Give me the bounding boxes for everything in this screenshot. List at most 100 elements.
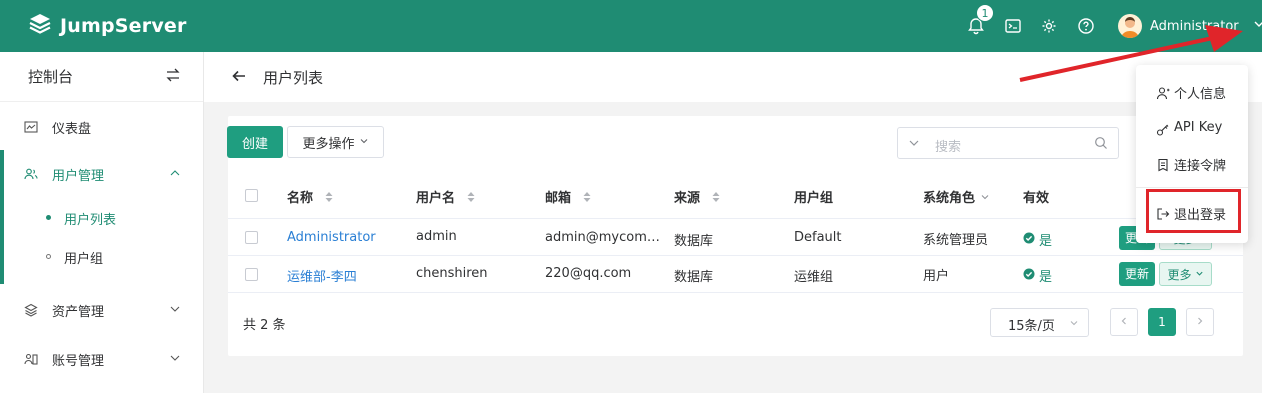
table-header-row: 名称 用户名 邮箱 来源 用户组 系统角色 有效: [228, 175, 1243, 219]
brand-name: JumpServer: [60, 15, 187, 37]
switch-view-icon[interactable]: [165, 67, 181, 87]
search-filter-chevron-icon[interactable]: [907, 136, 921, 154]
table-row: Administrator admin admin@mycom… 数据库 Def…: [228, 219, 1243, 256]
page-button-current[interactable]: 1: [1148, 308, 1176, 336]
sidebar-header: 控制台: [0, 52, 203, 102]
chevron-up-icon: [169, 167, 181, 183]
update-button[interactable]: 更新: [1119, 262, 1155, 286]
row-checkbox[interactable]: [245, 231, 258, 244]
user-profile-icon: [1156, 86, 1170, 100]
terminal-icon[interactable]: [1003, 16, 1023, 36]
menu-item-profile[interactable]: 个人信息: [1136, 77, 1248, 107]
column-header-username[interactable]: 用户名: [416, 187, 476, 207]
token-icon: [1156, 158, 1170, 172]
cell-email: admin@mycom…: [545, 230, 660, 245]
notification-badge: 1: [976, 4, 994, 22]
settings-gear-icon[interactable]: [1039, 16, 1059, 36]
search-input[interactable]: 搜索: [935, 136, 961, 155]
sidebar-title: 控制台: [28, 68, 74, 86]
chevron-down-icon: [1253, 18, 1262, 34]
column-header-name[interactable]: 名称: [287, 187, 334, 207]
chevron-down-icon: [1195, 267, 1204, 281]
sidebar-subitem-user-list[interactable]: 用户列表: [0, 198, 203, 236]
sort-icon[interactable]: [711, 191, 721, 207]
page-header: 用户列表: [204, 52, 1262, 102]
chevron-down-icon: [169, 303, 181, 319]
row-more-button[interactable]: 更多: [1159, 262, 1212, 286]
column-header-label: 邮箱: [545, 191, 572, 206]
sidebar-item-user-management[interactable]: 用户管理: [0, 154, 203, 194]
page-size-value: 15条/页: [1008, 319, 1055, 334]
user-menu-trigger[interactable]: Administrator: [1118, 14, 1262, 38]
sidebar-subitem-label: 用户列表: [64, 213, 117, 228]
menu-item-label: 个人信息: [1174, 87, 1227, 102]
avatar: [1118, 14, 1142, 38]
more-actions-label: 更多操作: [302, 136, 355, 152]
row-checkbox[interactable]: [245, 268, 258, 281]
users-icon: [24, 167, 38, 181]
total-count: 共 2 条: [243, 318, 286, 333]
sidebar-subitem-label: 用户组: [64, 252, 104, 267]
column-header-source[interactable]: 来源: [674, 187, 721, 207]
column-header-label: 名称: [287, 191, 314, 206]
check-circle-icon: [1023, 232, 1035, 248]
page-size-select[interactable]: 15条/页: [990, 308, 1089, 337]
chevron-down-icon: [359, 135, 369, 150]
logout-highlight-box: [1146, 189, 1241, 233]
menu-item-api-key[interactable]: API Key: [1136, 114, 1248, 144]
back-arrow-icon[interactable]: [231, 68, 247, 88]
menu-item-connection-token[interactable]: 连接令牌: [1136, 149, 1248, 179]
cell-valid: 是: [1023, 230, 1052, 249]
sidebar-subitem-user-group[interactable]: 用户组: [0, 237, 203, 275]
column-header-valid: 有效: [1023, 191, 1050, 206]
menu-item-label: API Key: [1174, 120, 1223, 135]
page-title: 用户列表: [263, 69, 324, 87]
prev-page-button[interactable]: [1110, 308, 1138, 336]
help-icon[interactable]: [1076, 16, 1096, 36]
menu-item-label: 连接令牌: [1174, 159, 1227, 174]
sidebar-item-label: 仪表盘: [52, 121, 92, 137]
sidebar-item-label: 用户管理: [52, 168, 105, 184]
column-header-email[interactable]: 邮箱: [545, 187, 592, 207]
cell-user-group: 运维组: [794, 270, 834, 285]
jumpserver-logo-icon: [28, 12, 52, 40]
layers-icon: [24, 303, 38, 317]
create-button[interactable]: 创建: [227, 126, 283, 158]
sort-icon[interactable]: [324, 191, 334, 207]
sidebar-item-label: 资产管理: [52, 304, 105, 320]
cell-username: admin: [416, 229, 457, 244]
sidebar-item-label: 账号管理: [52, 353, 105, 369]
sidebar-item-dashboard[interactable]: 仪表盘: [0, 107, 203, 147]
key-icon: [1156, 123, 1170, 137]
sort-icon[interactable]: [582, 191, 592, 207]
search-box[interactable]: 搜索: [897, 127, 1119, 159]
column-header-label: 用户名: [416, 191, 456, 206]
brand-logo[interactable]: JumpServer: [28, 12, 187, 40]
select-all-checkbox[interactable]: [245, 189, 258, 202]
cell-system-role: 系统管理员: [923, 233, 989, 248]
row-more-label: 更多: [1167, 267, 1192, 282]
more-actions-button[interactable]: 更多操作: [287, 126, 384, 158]
filter-chevron-icon[interactable]: [980, 191, 990, 206]
column-header-label: 系统角色: [923, 191, 976, 206]
cell-source: 数据库: [674, 270, 714, 285]
sidebar-item-account-management[interactable]: 账号管理: [0, 339, 203, 379]
next-page-button[interactable]: [1186, 308, 1214, 336]
dashboard-icon: [24, 120, 38, 134]
top-navbar: JumpServer 1 Administrator: [0, 0, 1262, 52]
sort-icon[interactable]: [466, 191, 476, 207]
sidebar-item-asset-management[interactable]: 资产管理: [0, 290, 203, 330]
chevron-down-icon: [1069, 317, 1079, 332]
search-icon[interactable]: [1094, 136, 1108, 154]
column-header-system-role[interactable]: 系统角色: [923, 187, 990, 206]
cell-email: 220@qq.com: [545, 266, 632, 281]
user-name: Administrator: [1150, 18, 1239, 34]
user-name-link[interactable]: 运维部-李四: [287, 266, 357, 285]
cell-source: 数据库: [674, 234, 714, 249]
valid-label: 是: [1039, 234, 1053, 249]
user-name-link[interactable]: Administrator: [287, 230, 376, 245]
cell-valid: 是: [1023, 266, 1052, 285]
check-circle-icon: [1023, 268, 1035, 284]
chevron-left-icon: [1119, 315, 1129, 330]
cell-username: chenshiren: [416, 266, 488, 281]
